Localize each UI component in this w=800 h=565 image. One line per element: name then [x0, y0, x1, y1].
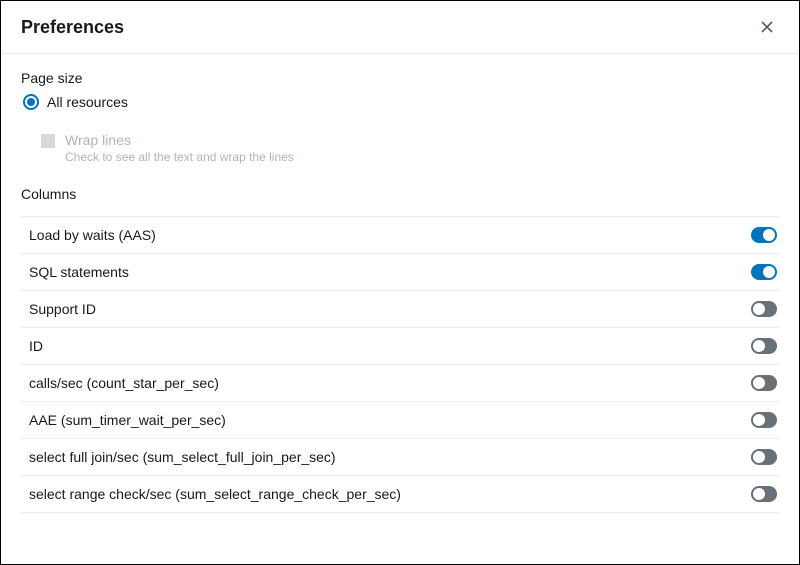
wrap-lines-label: Wrap lines — [65, 132, 294, 148]
columns-label: Columns — [21, 186, 779, 202]
column-label: AAE (sum_timer_wait_per_sec) — [29, 412, 226, 428]
toggle-select-full-join[interactable] — [751, 449, 777, 465]
wrap-lines-description: Check to see all the text and wrap the l… — [65, 150, 294, 164]
toggle-knob — [763, 266, 775, 278]
toggle-sql-statements[interactable] — [751, 264, 777, 280]
column-label: Support ID — [29, 301, 96, 317]
toggle-knob — [763, 229, 775, 241]
toggle-calls-per-sec[interactable] — [751, 375, 777, 391]
column-row: ID — [21, 328, 779, 365]
column-label: ID — [29, 338, 43, 354]
page-size-option-all[interactable]: All resources — [23, 94, 779, 110]
column-row: Load by waits (AAS) — [21, 217, 779, 254]
modal-body: Page size All resources Wrap lines Check… — [1, 54, 799, 564]
toggle-id[interactable] — [751, 338, 777, 354]
close-icon — [759, 19, 775, 35]
toggle-knob — [753, 303, 765, 315]
wrap-lines-option: Wrap lines Check to see all the text and… — [41, 132, 779, 164]
toggle-aae[interactable] — [751, 412, 777, 428]
column-label: select range check/sec (sum_select_range… — [29, 486, 401, 502]
column-row: select full join/sec (sum_select_full_jo… — [21, 439, 779, 476]
radio-label: All resources — [47, 94, 128, 110]
column-row: calls/sec (count_star_per_sec) — [21, 365, 779, 402]
toggle-knob — [753, 451, 765, 463]
column-label: select full join/sec (sum_select_full_jo… — [29, 449, 336, 465]
close-button[interactable] — [755, 15, 779, 39]
toggle-knob — [753, 488, 765, 500]
column-row: select range check/sec (sum_select_range… — [21, 476, 779, 513]
column-row: Support ID — [21, 291, 779, 328]
modal-title: Preferences — [21, 17, 124, 38]
checkbox-icon — [41, 134, 55, 148]
column-row: AAE (sum_timer_wait_per_sec) — [21, 402, 779, 439]
preferences-modal: Preferences Page size All resources Wrap… — [0, 0, 800, 565]
toggle-load-by-waits[interactable] — [751, 227, 777, 243]
toggle-select-range-check[interactable] — [751, 486, 777, 502]
column-label: calls/sec (count_star_per_sec) — [29, 375, 219, 391]
radio-icon — [23, 94, 39, 110]
toggle-knob — [753, 377, 765, 389]
columns-list: Load by waits (AAS) SQL statements Suppo… — [21, 216, 779, 513]
toggle-knob — [753, 414, 765, 426]
column-label: SQL statements — [29, 264, 129, 280]
toggle-support-id[interactable] — [751, 301, 777, 317]
wrap-lines-text: Wrap lines Check to see all the text and… — [65, 132, 294, 164]
toggle-knob — [753, 340, 765, 352]
modal-header: Preferences — [1, 1, 799, 54]
column-row: SQL statements — [21, 254, 779, 291]
page-size-label: Page size — [21, 70, 779, 86]
column-label: Load by waits (AAS) — [29, 227, 156, 243]
